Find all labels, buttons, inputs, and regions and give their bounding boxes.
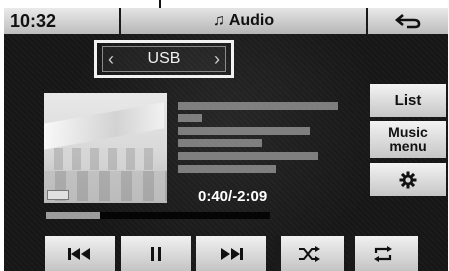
- source-prev-arrow-icon[interactable]: ‹: [108, 47, 114, 71]
- audio-screen: 10:32 ♫ Audio ‹ USB › 0:40/-2:09 List Mu…: [4, 8, 448, 271]
- music-menu-button[interactable]: Music menu: [370, 121, 446, 158]
- top-bar: 10:32 ♫ Audio: [4, 8, 448, 34]
- track-info-blurred: [178, 127, 310, 135]
- previous-track-button[interactable]: [45, 236, 115, 271]
- source-selector[interactable]: ‹ USB ›: [102, 46, 226, 72]
- next-track-button[interactable]: [196, 236, 266, 271]
- source-next-arrow-icon[interactable]: ›: [214, 47, 220, 71]
- shuffle-indicator: [274, 236, 281, 271]
- repeat-icon: [374, 245, 392, 262]
- skip-back-icon: [68, 247, 90, 260]
- source-selector-highlight: ‹ USB ›: [94, 40, 234, 78]
- playback-time: 0:40/-2:09: [198, 188, 268, 205]
- track-info-blurred: [178, 152, 318, 160]
- shuffle-icon: [299, 245, 320, 262]
- music-menu-label: Music menu: [388, 124, 428, 154]
- gear-icon: [399, 171, 417, 189]
- repeat-button[interactable]: [348, 236, 418, 271]
- track-info-blurred: [178, 114, 202, 122]
- track-info-blurred: [178, 102, 338, 110]
- pause-icon: [151, 246, 161, 261]
- progress-fill: [46, 212, 100, 219]
- repeat-indicator: [348, 236, 355, 271]
- screen-title-label: Audio: [228, 12, 275, 29]
- track-info-blurred: [178, 165, 276, 173]
- back-arrow-icon: [394, 14, 421, 29]
- source-label: USB: [147, 50, 181, 67]
- settings-button[interactable]: [370, 163, 446, 196]
- pause-button[interactable]: [121, 236, 191, 271]
- screen-title: ♫ Audio: [121, 8, 366, 34]
- skip-forward-icon: [221, 247, 243, 260]
- list-button[interactable]: List: [370, 84, 446, 117]
- album-art: [44, 93, 167, 203]
- clock: 10:32: [4, 8, 119, 34]
- shuffle-button[interactable]: [274, 236, 344, 271]
- music-note-icon: ♫: [212, 12, 225, 29]
- back-button[interactable]: [368, 8, 448, 34]
- progress-bar[interactable]: [46, 212, 270, 219]
- track-info-blurred: [178, 139, 262, 147]
